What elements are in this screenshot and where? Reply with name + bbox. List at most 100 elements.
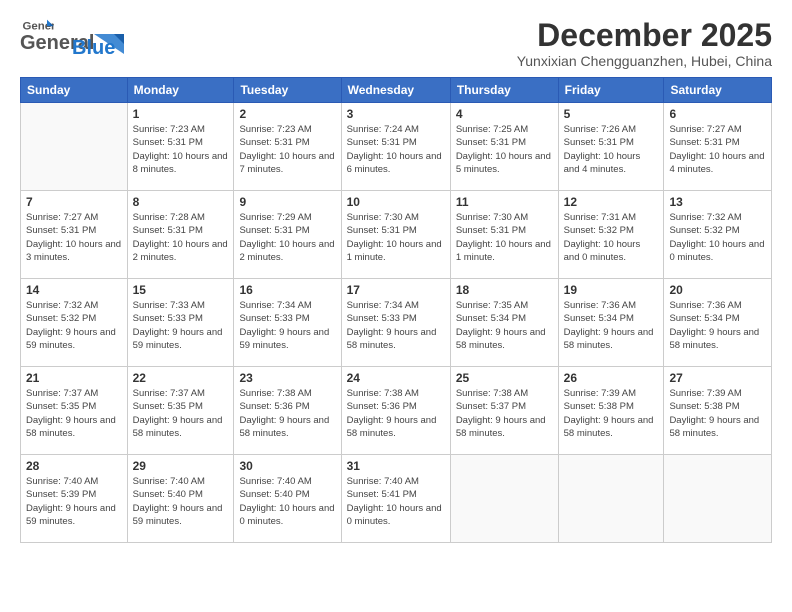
day-info: Sunrise: 7:30 AMSunset: 5:31 PMDaylight:…	[347, 211, 445, 264]
day-info: Sunrise: 7:36 AMSunset: 5:34 PMDaylight:…	[564, 299, 659, 352]
day-number: 12	[564, 195, 659, 209]
day-number: 20	[669, 283, 766, 297]
day-info: Sunrise: 7:23 AMSunset: 5:31 PMDaylight:…	[239, 123, 335, 176]
day-number: 2	[239, 107, 335, 121]
day-info: Sunrise: 7:40 AMSunset: 5:41 PMDaylight:…	[347, 475, 445, 528]
day-info: Sunrise: 7:23 AMSunset: 5:31 PMDaylight:…	[133, 123, 229, 176]
table-row: 9Sunrise: 7:29 AMSunset: 5:31 PMDaylight…	[234, 191, 341, 279]
day-info: Sunrise: 7:27 AMSunset: 5:31 PMDaylight:…	[669, 123, 766, 176]
day-number: 7	[26, 195, 122, 209]
col-saturday: Saturday	[664, 78, 772, 103]
day-info: Sunrise: 7:27 AMSunset: 5:31 PMDaylight:…	[26, 211, 122, 264]
table-row: 24 Sunrise: 7:38 AMSunset: 5:36 PMDayligh…	[341, 367, 450, 455]
day-number: 22	[133, 371, 229, 385]
day-number: 6	[669, 107, 766, 121]
day-number: 26	[564, 371, 659, 385]
day-info: Sunrise: 7:28 AMSunset: 5:31 PMDaylight:…	[133, 211, 229, 264]
day-info: Sunrise: 7:36 AMSunset: 5:34 PMDaylight:…	[669, 299, 766, 352]
table-row: 6 Sunrise: 7:27 AMSunset: 5:31 PMDaylight…	[664, 103, 772, 191]
title-block: December 2025 Yunxixian Chengguanzhen, H…	[517, 18, 772, 69]
day-info: Sunrise: 7:24 AMSunset: 5:31 PMDaylight:…	[347, 123, 445, 176]
day-info: Sunrise: 7:38 AMSunset: 5:36 PMDaylight:…	[347, 387, 445, 440]
table-row: 23 Sunrise: 7:38 AMSunset: 5:36 PMDayligh…	[234, 367, 341, 455]
day-info: Sunrise: 7:38 AMSunset: 5:37 PMDaylight:…	[456, 387, 553, 440]
day-info: Sunrise: 7:40 AMSunset: 5:40 PMDaylight:…	[239, 475, 335, 528]
table-row: 4 Sunrise: 7:25 AMSunset: 5:31 PMDaylight…	[450, 103, 558, 191]
day-info: Sunrise: 7:30 AMSunset: 5:31 PMDaylight:…	[456, 211, 553, 264]
day-number: 21	[26, 371, 122, 385]
day-number: 10	[347, 195, 445, 209]
day-number: 16	[239, 283, 335, 297]
table-row: 14 Sunrise: 7:32 AMSunset: 5:32 PMDayligh…	[21, 279, 128, 367]
day-number: 3	[347, 107, 445, 121]
table-row: 28 Sunrise: 7:40 AMSunset: 5:39 PMDayligh…	[21, 455, 128, 543]
day-info: Sunrise: 7:37 AMSunset: 5:35 PMDaylight:…	[26, 387, 122, 440]
table-row: 2 Sunrise: 7:23 AMSunset: 5:31 PMDaylight…	[234, 103, 341, 191]
table-row	[664, 455, 772, 543]
col-friday: Friday	[558, 78, 664, 103]
day-number: 17	[347, 283, 445, 297]
day-number: 15	[133, 283, 229, 297]
day-number: 25	[456, 371, 553, 385]
day-info: Sunrise: 7:32 AMSunset: 5:32 PMDaylight:…	[26, 299, 122, 352]
table-row	[21, 103, 128, 191]
table-row	[558, 455, 664, 543]
day-number: 1	[133, 107, 229, 121]
day-number: 8	[133, 195, 229, 209]
table-row: 13 Sunrise: 7:32 AMSunset: 5:32 PMDayligh…	[664, 191, 772, 279]
day-number: 24	[347, 371, 445, 385]
col-sunday: Sunday	[21, 78, 128, 103]
table-row: 11 Sunrise: 7:30 AMSunset: 5:31 PMDayligh…	[450, 191, 558, 279]
col-wednesday: Wednesday	[341, 78, 450, 103]
day-number: 11	[456, 195, 553, 209]
day-number: 19	[564, 283, 659, 297]
day-info: Sunrise: 7:35 AMSunset: 5:34 PMDaylight:…	[456, 299, 553, 352]
table-row: 31 Sunrise: 7:40 AMSunset: 5:41 PMDayligh…	[341, 455, 450, 543]
day-number: 30	[239, 459, 335, 473]
table-row: 5 Sunrise: 7:26 AMSunset: 5:31 PMDaylight…	[558, 103, 664, 191]
day-number: 4	[456, 107, 553, 121]
day-info: Sunrise: 7:33 AMSunset: 5:33 PMDaylight:…	[133, 299, 229, 352]
day-number: 13	[669, 195, 766, 209]
day-info: Sunrise: 7:26 AMSunset: 5:31 PMDaylight:…	[564, 123, 659, 176]
day-info: Sunrise: 7:38 AMSunset: 5:36 PMDaylight:…	[239, 387, 335, 440]
table-row: 29Sunrise: 7:40 AMSunset: 5:40 PMDayligh…	[127, 455, 234, 543]
table-row: 17 Sunrise: 7:34 AMSunset: 5:33 PMDayligh…	[341, 279, 450, 367]
table-row: 10 Sunrise: 7:30 AMSunset: 5:31 PMDayligh…	[341, 191, 450, 279]
day-info: Sunrise: 7:40 AMSunset: 5:39 PMDaylight:…	[26, 475, 122, 528]
day-info: Sunrise: 7:40 AMSunset: 5:40 PMDaylight:…	[133, 475, 229, 528]
day-number: 23	[239, 371, 335, 385]
day-info: Sunrise: 7:32 AMSunset: 5:32 PMDaylight:…	[669, 211, 766, 264]
table-row: 19 Sunrise: 7:36 AMSunset: 5:34 PMDayligh…	[558, 279, 664, 367]
table-row: 18Sunrise: 7:35 AMSunset: 5:34 PMDayligh…	[450, 279, 558, 367]
day-number: 28	[26, 459, 122, 473]
table-row: 22 Sunrise: 7:37 AMSunset: 5:35 PMDayligh…	[127, 367, 234, 455]
table-row: 12 Sunrise: 7:31 AMSunset: 5:32 PMDayligh…	[558, 191, 664, 279]
day-info: Sunrise: 7:31 AMSunset: 5:32 PMDaylight:…	[564, 211, 659, 264]
day-number: 5	[564, 107, 659, 121]
day-info: Sunrise: 7:29 AMSunset: 5:31 PMDaylight:…	[239, 211, 335, 264]
table-row: 20 Sunrise: 7:36 AMSunset: 5:34 PMDayligh…	[664, 279, 772, 367]
table-row: 26 Sunrise: 7:39 AMSunset: 5:38 PMDayligh…	[558, 367, 664, 455]
day-info: Sunrise: 7:37 AMSunset: 5:35 PMDaylight:…	[133, 387, 229, 440]
table-row: 7 Sunrise: 7:27 AMSunset: 5:31 PMDaylight…	[21, 191, 128, 279]
month-title: December 2025	[517, 18, 772, 53]
table-row: 15 Sunrise: 7:33 AMSunset: 5:33 PMDayligh…	[127, 279, 234, 367]
logo-blue: Blue	[72, 37, 115, 60]
day-number: 27	[669, 371, 766, 385]
col-thursday: Thursday	[450, 78, 558, 103]
col-monday: Monday	[127, 78, 234, 103]
day-number: 14	[26, 283, 122, 297]
location: Yunxixian Chengguanzhen, Hubei, China	[517, 53, 772, 69]
table-row: 3 Sunrise: 7:24 AMSunset: 5:31 PMDaylight…	[341, 103, 450, 191]
day-number: 31	[347, 459, 445, 473]
day-info: Sunrise: 7:39 AMSunset: 5:38 PMDaylight:…	[669, 387, 766, 440]
calendar: Sunday Monday Tuesday Wednesday Thursday…	[20, 77, 772, 543]
table-row	[450, 455, 558, 543]
day-info: Sunrise: 7:25 AMSunset: 5:31 PMDaylight:…	[456, 123, 553, 176]
day-info: Sunrise: 7:39 AMSunset: 5:38 PMDaylight:…	[564, 387, 659, 440]
table-row: 25 Sunrise: 7:38 AMSunset: 5:37 PMDayligh…	[450, 367, 558, 455]
col-tuesday: Tuesday	[234, 78, 341, 103]
table-row: 16Sunrise: 7:34 AMSunset: 5:33 PMDayligh…	[234, 279, 341, 367]
day-info: Sunrise: 7:34 AMSunset: 5:33 PMDaylight:…	[347, 299, 445, 352]
